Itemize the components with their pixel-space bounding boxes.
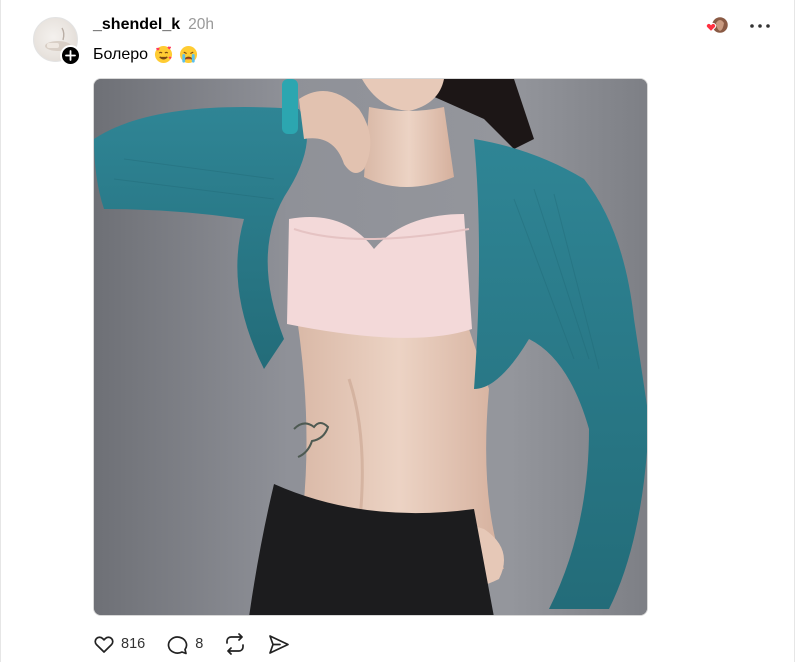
repost-arrows-icon (226, 633, 245, 655)
post-actions: 816 8 (93, 633, 311, 655)
send-arrow-icon (269, 634, 290, 654)
share-button[interactable] (267, 634, 291, 655)
smiling-face-with-hearts-emoji (155, 45, 173, 64)
reactor-avatars[interactable] (705, 15, 730, 37)
follow-button[interactable] (60, 45, 81, 66)
heart-outline-icon (94, 636, 114, 653)
like-count: 816 (121, 636, 146, 652)
reply-button[interactable]: 8 (165, 634, 203, 655)
post-top-actions (705, 15, 771, 37)
plus-icon (65, 50, 76, 61)
reply-count: 8 (195, 636, 204, 652)
post-image[interactable] (93, 78, 648, 616)
crying-face-emoji (180, 45, 198, 64)
caption-text: Болеро (93, 45, 149, 63)
author-avatar-container[interactable] (33, 17, 81, 66)
more-options-button[interactable] (749, 16, 771, 36)
like-button[interactable]: 816 (93, 634, 145, 654)
more-dots-icon (750, 24, 770, 28)
speech-bubble-icon (167, 635, 188, 654)
post-caption: Болеро (93, 45, 198, 64)
repost-button[interactable] (223, 633, 247, 655)
post-timestamp[interactable]: 20h (188, 16, 214, 34)
author-username[interactable]: _shendel_k (93, 16, 180, 34)
post-photo (94, 79, 647, 615)
post-header: _shendel_k 20h (93, 16, 214, 36)
